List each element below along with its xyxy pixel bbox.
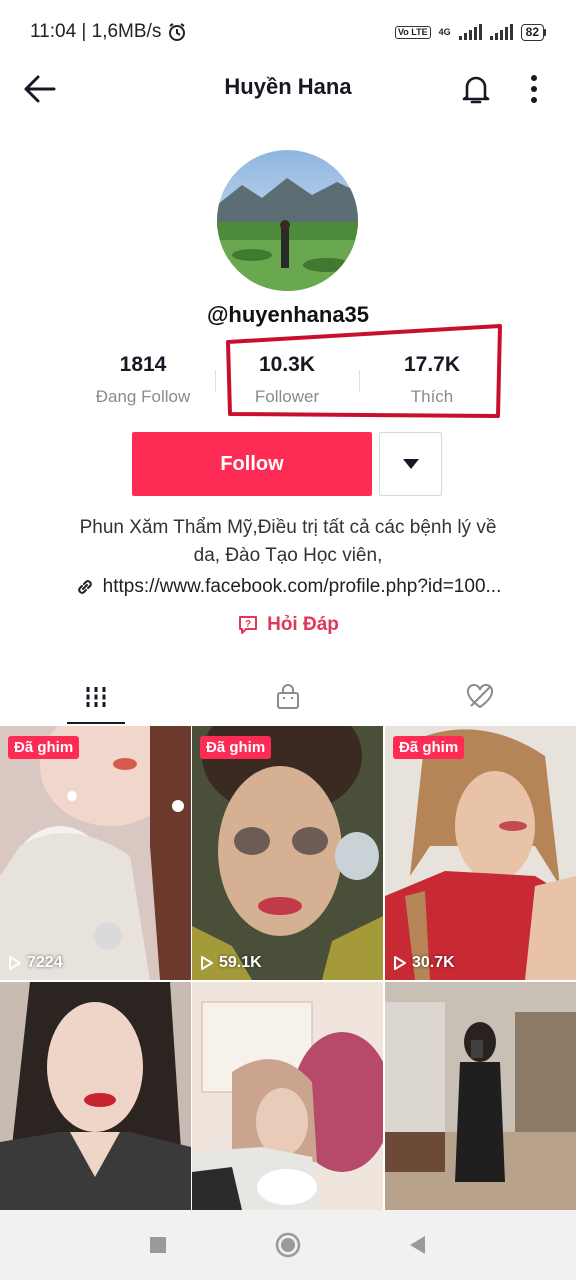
bio-line: Phun Xăm Thẩm Mỹ,Điều trị tất cả các bện… xyxy=(79,517,497,538)
tab-liked[interactable] xyxy=(384,670,576,724)
view-count-value: 30.7K xyxy=(412,954,455,971)
battery-level: 82 xyxy=(520,23,544,41)
system-nav-bar xyxy=(0,1210,576,1280)
lock-bag-icon xyxy=(277,684,299,709)
grid-icon xyxy=(86,687,106,707)
bio: Phun Xăm Thẩm Mỹ,Điều trị tất cả các bện… xyxy=(40,514,536,570)
view-count-value: 59.1K xyxy=(219,954,262,971)
volte-icon: Vo LTE xyxy=(394,25,431,39)
video-tile[interactable]: Đã ghim 59.1K xyxy=(192,726,383,980)
suggestions-dropdown-button[interactable] xyxy=(379,432,442,496)
signal-icon-2 xyxy=(489,24,513,40)
more-button[interactable] xyxy=(522,72,546,106)
view-count-value: 7224 xyxy=(27,954,63,971)
play-outline-icon xyxy=(9,956,21,970)
highlight-annotation xyxy=(226,324,502,418)
video-tile[interactable]: Đã ghim 7224 xyxy=(0,726,191,980)
view-count: 7224 xyxy=(8,954,63,972)
notification-button[interactable] xyxy=(459,72,493,106)
home-button[interactable] xyxy=(273,1230,303,1260)
bio-line: da, Đào Tạo Học viên, xyxy=(193,545,383,566)
status-right: Vo LTE 4G 82 xyxy=(394,23,546,41)
avatar[interactable] xyxy=(217,150,358,291)
pinned-badge: Đã ghim xyxy=(393,736,465,759)
back-nav-button[interactable] xyxy=(402,1230,432,1260)
square-icon xyxy=(150,1237,166,1253)
video-tile[interactable]: Đã ghim 30.7K xyxy=(385,726,576,980)
video-tile[interactable] xyxy=(192,982,383,1210)
network-type: 4G xyxy=(438,27,451,37)
alarm-icon xyxy=(167,22,187,42)
tab-videos[interactable] xyxy=(0,670,192,724)
circle-icon xyxy=(275,1232,301,1258)
status-bar: 11:04 | 1,6MB/s Vo LTE 4G 82 xyxy=(0,0,576,64)
stat-following[interactable]: 1814 Đang Follow xyxy=(78,353,208,407)
content-tabs xyxy=(0,670,576,724)
link-icon xyxy=(77,580,92,594)
profile-header: Huyền Hana xyxy=(0,60,576,116)
video-tile[interactable] xyxy=(0,982,191,1210)
play-outline-icon xyxy=(201,956,213,970)
link-text: https://www.facebook.com/profile.php?id=… xyxy=(102,576,502,597)
status-time: 11:04 | 1,6MB/s xyxy=(30,21,162,42)
triangle-back-icon xyxy=(410,1236,425,1254)
pinned-badge: Đã ghim xyxy=(200,736,272,759)
qa-link[interactable]: ? Hỏi Đáp xyxy=(0,614,576,636)
view-count: 59.1K xyxy=(200,954,262,972)
view-count: 30.7K xyxy=(393,954,455,972)
profile-link[interactable]: https://www.facebook.com/profile.php?id=… xyxy=(0,576,576,598)
svg-text:?: ? xyxy=(245,619,251,630)
recent-apps-button[interactable] xyxy=(143,1230,173,1260)
active-tab-indicator xyxy=(67,722,125,724)
bell-icon xyxy=(462,76,490,104)
pinned-badge: Đã ghim xyxy=(8,736,80,759)
stat-divider xyxy=(215,370,216,392)
follow-button[interactable]: Follow xyxy=(132,432,372,496)
tab-private[interactable] xyxy=(192,670,384,724)
question-bubble-icon: ? xyxy=(239,616,258,634)
play-outline-icon xyxy=(394,956,406,970)
stat-value: 1814 xyxy=(119,353,167,376)
hidden-heart-icon xyxy=(466,684,494,709)
caret-down-icon xyxy=(402,459,419,469)
qa-label: Hỏi Đáp xyxy=(267,614,339,635)
stat-label: Đang Follow xyxy=(95,387,191,406)
battery-icon: 82 xyxy=(520,23,546,41)
signal-icon xyxy=(458,24,482,40)
status-left: 11:04 | 1,6MB/s xyxy=(30,21,187,43)
vertical-dots-icon xyxy=(531,75,537,103)
video-tile[interactable] xyxy=(385,982,576,1210)
